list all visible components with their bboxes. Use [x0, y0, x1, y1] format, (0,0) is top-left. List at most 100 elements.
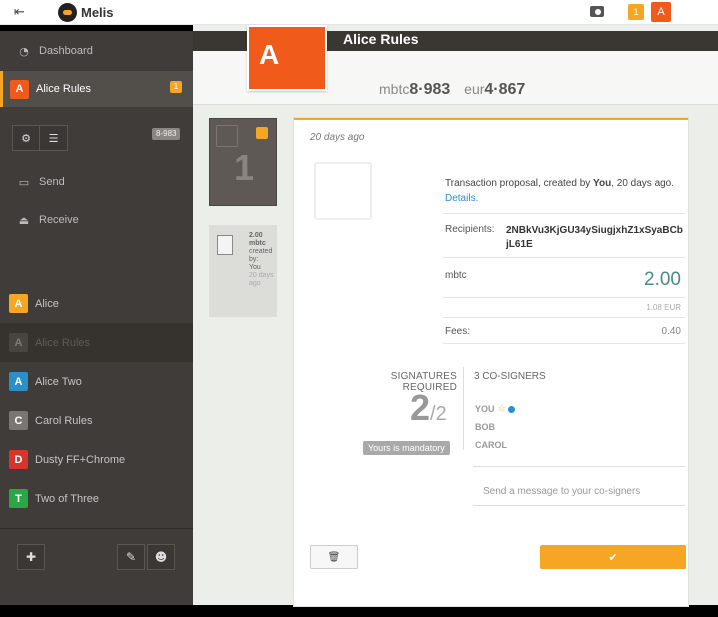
wallet-pending-badge: 1	[170, 81, 182, 93]
wallet-avatar: A	[9, 372, 28, 391]
brand[interactable]: Melis	[58, 3, 114, 22]
proposal-description: Transaction proposal, created by You, 20…	[445, 176, 685, 206]
wallet-balance: mbtc8·983 eur4·867	[379, 81, 525, 99]
users-icon: ☻	[154, 550, 168, 564]
proposal-age: 20 days ago	[310, 132, 365, 143]
wallet-name: Alice Rules	[35, 336, 91, 349]
proposal-unit: mbtc	[249, 240, 266, 247]
mandatory-badge: Yours is mandatory	[363, 441, 450, 455]
amount-eur: 1.08 EUR	[646, 303, 681, 312]
eur-unit: eur	[464, 81, 485, 97]
sidebar-item-active-wallet[interactable]: A Alice Rules 1	[0, 71, 193, 107]
delete-proposal-button[interactable]: 🗑	[310, 545, 358, 569]
amount-row: mbtc 2.00	[443, 257, 685, 297]
details-link[interactable]: Details.	[445, 193, 478, 204]
mbtc-balance: 8·983	[409, 81, 451, 98]
proposal-list-item[interactable]: 2.00 mbtc created by: You 20 days ago	[209, 225, 277, 317]
mbtc-unit: mbtc	[379, 81, 410, 97]
cosigners-title: 3 CO-SIGNERS	[474, 371, 546, 382]
notification-badge[interactable]: 1	[628, 4, 644, 20]
proposal-author: You	[249, 264, 261, 271]
wallet-balance-pill: 8-983	[152, 128, 181, 140]
trash-icon: 🗑	[327, 551, 341, 563]
cosigner-item: YOU ☆	[475, 400, 515, 418]
sidebar-item-send[interactable]: ▭ Send	[0, 164, 193, 200]
wallet-avatar: C	[9, 411, 28, 430]
document-watermark-icon	[314, 162, 372, 220]
credit-card-icon: ▭	[18, 175, 30, 189]
wallet-list-item[interactable]: A Alice	[0, 284, 193, 323]
list-button[interactable]: ☰	[40, 125, 68, 151]
cosigner-item: CAROL	[475, 440, 507, 450]
eur-balance: 4·867	[484, 81, 526, 98]
wallet-name: Dusty FF+Chrome	[35, 453, 126, 466]
signatures-count: 2/2	[410, 387, 447, 429]
gear-icon: ⚙	[21, 131, 31, 145]
top-bar: ⇤ Melis 1 A	[0, 0, 718, 25]
cosigner-message-input[interactable]: Send a message to your co-signers	[473, 480, 685, 506]
cosigner-name: YOU	[475, 404, 495, 414]
sidebar-item-dashboard[interactable]: ◔ Dashboard	[0, 33, 193, 69]
wallet-list-item[interactable]: A Alice Two	[0, 362, 193, 401]
recipients-row: Recipients: 2NBkVu3KjGU34ySiugjxhZ1xSyaB…	[443, 213, 685, 257]
amount-unit: mbtc	[445, 270, 467, 281]
user-avatar[interactable]: A	[651, 2, 671, 22]
wallet-name: Two of Three	[35, 492, 99, 505]
wallet-title: Alice Rules	[343, 31, 419, 47]
sidebar: ◔ Dashboard A Alice Rules 1 ⚙ ☰ 8-983 ▭ …	[0, 31, 193, 605]
collapse-sidebar-icon[interactable]: ⇤	[14, 5, 25, 20]
pending-badge	[256, 127, 268, 139]
pending-proposals-tile[interactable]: 1	[209, 118, 277, 206]
amount-value: 2.00	[644, 269, 681, 290]
proposal-summary: 2.00 mbtc created by: You 20 days ago	[249, 232, 277, 288]
check-icon: ✔	[608, 550, 618, 564]
signatures-have: 2	[410, 387, 431, 428]
wallet-name: Alice Two	[35, 375, 82, 388]
plus-icon: ✚	[25, 550, 37, 564]
proposal-age: 20 days ago	[249, 272, 274, 287]
main-content: Alice Rules mbtc8·983 eur4·867 A 1 2.00 …	[193, 25, 718, 606]
wallet-avatar: A	[9, 294, 28, 313]
proposal-amount: 2.00	[249, 232, 263, 239]
fees-label: Fees:	[445, 326, 471, 337]
wallet-avatar: T	[9, 489, 28, 508]
contacts-button[interactable]: ☻	[147, 544, 175, 570]
wallet-avatar: D	[9, 450, 28, 469]
wallet-name: Carol Rules	[35, 414, 93, 427]
signatures-total: /2	[430, 403, 447, 425]
document-icon	[216, 125, 238, 147]
app-name: Melis	[81, 5, 114, 20]
sign-proposal-button[interactable]: ✔	[540, 545, 686, 569]
sidebar-item-label: Receive	[39, 214, 79, 226]
proposal-created: created by:	[249, 248, 273, 263]
online-status-icon	[507, 405, 515, 413]
desc-prefix: Transaction proposal, created by	[445, 178, 594, 189]
settings-button[interactable]: ⚙	[12, 125, 40, 151]
wallet-avatar: A	[9, 333, 28, 352]
recipients-label: Recipients:	[445, 224, 495, 235]
desc-author: You	[593, 178, 612, 189]
fees-value: 0.40	[661, 326, 681, 337]
sidebar-footer: ✚ ✎ ☻	[0, 528, 193, 605]
proposal-detail-panel: 20 days ago Transaction proposal, create…	[294, 118, 688, 606]
wrench-icon: ✎	[125, 550, 137, 564]
sidebar-item-label: Send	[39, 176, 65, 188]
wallet-name: Alice	[35, 297, 59, 310]
wallet-list-item-current[interactable]: A Alice Rules	[0, 323, 193, 362]
list-icon: ☰	[48, 131, 59, 145]
tools-button[interactable]: ✎	[117, 544, 145, 570]
sidebar-item-receive[interactable]: ⏏ Receive	[0, 202, 193, 238]
divider	[463, 367, 464, 450]
wallet-tools: ⚙ ☰	[12, 125, 68, 151]
wallet-list-item[interactable]: T Two of Three	[0, 479, 193, 518]
add-wallet-button[interactable]: ✚	[17, 544, 45, 570]
fees-row: Fees: 0.40	[443, 317, 685, 343]
cosigners-list: YOU ☆ BOB CAROL	[475, 400, 515, 454]
recipient-address[interactable]: 2NBkVu3KjGU34ySiugjxhZ1xSyaBCbjL61E	[506, 224, 684, 252]
wallet-list-item[interactable]: C Carol Rules	[0, 401, 193, 440]
wallet-list: A Alice A Alice Rules A Alice Two C Caro…	[0, 284, 193, 518]
divider	[443, 343, 685, 344]
wallet-list-item[interactable]: D Dusty FF+Chrome	[0, 440, 193, 479]
document-icon	[217, 235, 233, 255]
camera-icon[interactable]	[590, 6, 604, 17]
